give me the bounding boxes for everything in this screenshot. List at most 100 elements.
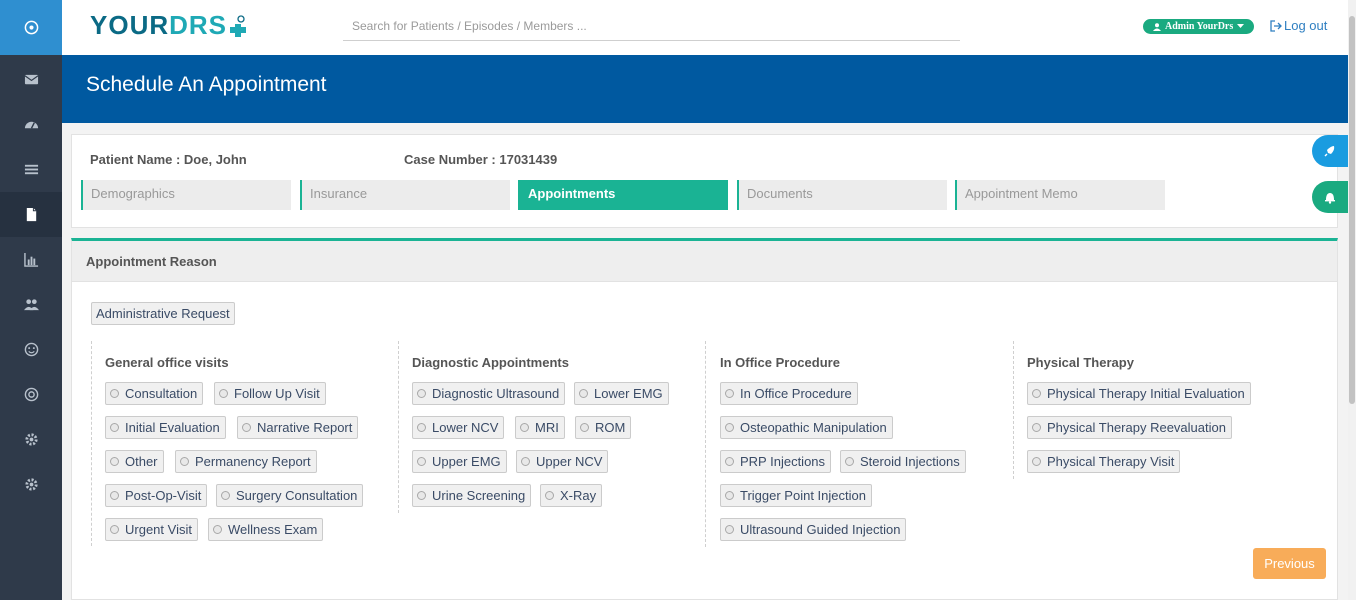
reason-option-label: Consultation bbox=[125, 386, 198, 401]
reason-option[interactable]: ROM bbox=[575, 416, 632, 439]
list-icon bbox=[24, 164, 38, 175]
reason-option[interactable]: Consultation bbox=[105, 382, 204, 405]
radio-icon bbox=[110, 525, 119, 534]
power-icon bbox=[24, 20, 38, 35]
reason-option-label: Narrative Report bbox=[257, 420, 353, 435]
reason-option[interactable]: Urgent Visit bbox=[105, 518, 198, 541]
administrative-request-chip[interactable]: Administrative Request bbox=[91, 302, 235, 325]
reason-option[interactable]: Lower NCV bbox=[412, 416, 505, 439]
radio-icon bbox=[725, 525, 734, 534]
reason-option[interactable]: PRP Injections bbox=[720, 450, 832, 473]
logout-link[interactable]: Log out bbox=[1270, 18, 1327, 33]
reason-option-label: Steroid Injections bbox=[860, 454, 960, 469]
smile-icon bbox=[24, 342, 38, 357]
radio-icon bbox=[110, 389, 119, 398]
reason-option-label: Lower NCV bbox=[432, 420, 499, 435]
sidebar-item-users[interactable] bbox=[0, 282, 62, 327]
sidebar-item-support[interactable] bbox=[0, 372, 62, 417]
column-divider bbox=[705, 341, 706, 547]
reason-option[interactable]: Steroid Injections bbox=[840, 450, 966, 473]
reason-option[interactable]: Permanency Report bbox=[175, 450, 317, 473]
reason-option[interactable]: In Office Procedure bbox=[720, 382, 858, 405]
user-icon bbox=[1153, 22, 1161, 31]
previous-button[interactable]: Previous bbox=[1253, 548, 1326, 579]
user-menu[interactable]: Admin YourDrs bbox=[1143, 19, 1255, 34]
sidebar-item-feedback[interactable] bbox=[0, 327, 62, 372]
top-header: YOURDRS Admin YourDrs Log out bbox=[62, 0, 1348, 55]
reason-option[interactable]: Physical Therapy Reevaluation bbox=[1027, 416, 1232, 439]
reason-option[interactable]: Wellness Exam bbox=[208, 518, 324, 541]
sidebar-item-messages[interactable] bbox=[0, 57, 62, 102]
bell-icon bbox=[1325, 193, 1335, 204]
file-icon bbox=[26, 207, 36, 222]
tab-insurance[interactable]: Insurance bbox=[300, 180, 510, 210]
sidebar bbox=[0, 0, 62, 600]
sidebar-item-documents[interactable] bbox=[0, 192, 62, 237]
page-scrollbar[interactable] bbox=[1348, 0, 1356, 600]
reason-option-label: Surgery Consultation bbox=[236, 488, 358, 503]
reason-option-label: Diagnostic Ultrasound bbox=[432, 386, 560, 401]
radio-icon bbox=[725, 491, 734, 500]
radio-icon bbox=[545, 491, 554, 500]
tab-demographics[interactable]: Demographics bbox=[81, 180, 291, 210]
in-office-procedure-title: In Office Procedure bbox=[720, 355, 840, 370]
page-title-bar: Schedule An Appointment bbox=[62, 55, 1348, 123]
logout-label: Log out bbox=[1284, 18, 1328, 33]
radio-icon bbox=[579, 389, 588, 398]
reason-option-label: Urine Screening bbox=[432, 488, 526, 503]
reason-option-label: PRP Injections bbox=[740, 454, 826, 469]
diagnostic-appointments-title: Diagnostic Appointments bbox=[412, 355, 569, 370]
reason-option[interactable]: Initial Evaluation bbox=[105, 416, 226, 439]
radio-icon bbox=[417, 491, 426, 500]
sidebar-item-dashboard[interactable] bbox=[0, 102, 62, 147]
scrollbar-thumb[interactable] bbox=[1349, 16, 1355, 404]
envelope-icon bbox=[24, 74, 38, 85]
reason-option[interactable]: Osteopathic Manipulation bbox=[720, 416, 893, 439]
reason-option[interactable]: Diagnostic Ultrasound bbox=[412, 382, 566, 405]
radio-icon bbox=[725, 389, 734, 398]
caret-down-icon bbox=[1237, 24, 1245, 28]
reason-option-label: Osteopathic Manipulation bbox=[740, 420, 887, 435]
reason-option[interactable]: Physical Therapy Initial Evaluation bbox=[1027, 382, 1251, 405]
radio-icon bbox=[110, 491, 119, 500]
reason-option-label: Lower EMG bbox=[594, 386, 663, 401]
tab-appointment-memo[interactable]: Appointment Memo bbox=[955, 180, 1165, 210]
radio-icon bbox=[110, 423, 119, 432]
reason-option-label: Permanency Report bbox=[195, 454, 311, 469]
column-divider bbox=[1013, 341, 1014, 479]
reason-option[interactable]: Other bbox=[105, 450, 164, 473]
reason-option-label: Upper EMG bbox=[432, 454, 501, 469]
reason-option[interactable]: Ultrasound Guided Injection bbox=[720, 518, 907, 541]
floating-rocket-button[interactable] bbox=[1312, 135, 1348, 167]
radio-icon bbox=[110, 457, 119, 466]
floating-notifications-button[interactable] bbox=[1312, 181, 1348, 213]
reason-option[interactable]: Urine Screening bbox=[412, 484, 532, 507]
sidebar-item-config[interactable] bbox=[0, 462, 62, 507]
reason-option[interactable]: Follow Up Visit bbox=[214, 382, 326, 405]
reason-option[interactable]: Lower EMG bbox=[574, 382, 669, 405]
radio-icon bbox=[521, 457, 530, 466]
physical-therapy-title: Physical Therapy bbox=[1027, 355, 1134, 370]
search-input[interactable] bbox=[343, 12, 960, 41]
logo[interactable]: YOUR DRS bbox=[90, 10, 247, 41]
radio-icon bbox=[1032, 389, 1041, 398]
tab-documents[interactable]: Documents bbox=[737, 180, 947, 210]
reason-option[interactable]: Narrative Report bbox=[237, 416, 359, 439]
reason-option-label: X-Ray bbox=[560, 488, 597, 503]
sidebar-item-reports[interactable] bbox=[0, 237, 62, 282]
reason-option[interactable]: Post-Op-Visit bbox=[105, 484, 208, 507]
reason-option[interactable]: Surgery Consultation bbox=[216, 484, 364, 507]
reason-option[interactable]: Upper NCV bbox=[516, 450, 609, 473]
reason-option-label: Trigger Point Injection bbox=[740, 488, 866, 503]
sidebar-toggle[interactable] bbox=[0, 0, 62, 55]
appointment-reason-panel: Appointment Reason Administrative Reques… bbox=[71, 238, 1338, 600]
reason-option[interactable]: Upper EMG bbox=[412, 450, 507, 473]
reason-option[interactable]: Trigger Point Injection bbox=[720, 484, 872, 507]
reason-option[interactable]: X-Ray bbox=[540, 484, 603, 507]
tab-appointments[interactable]: Appointments bbox=[518, 180, 728, 210]
sidebar-item-settings[interactable] bbox=[0, 417, 62, 462]
sidebar-item-list[interactable] bbox=[0, 147, 62, 192]
reason-option[interactable]: Physical Therapy Visit bbox=[1027, 450, 1181, 473]
reason-option[interactable]: MRI bbox=[515, 416, 565, 439]
radio-icon bbox=[221, 491, 230, 500]
